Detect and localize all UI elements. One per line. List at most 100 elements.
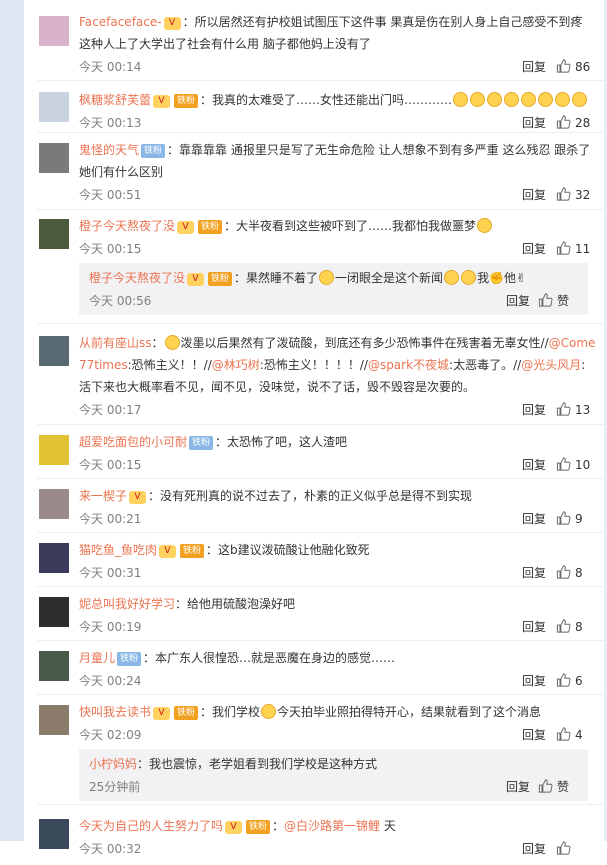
timestamp: 今天 02:09 [79,728,142,742]
username-link[interactable]: Facefaceface- [79,15,162,29]
vip-icon: V [177,221,195,234]
username-link[interactable]: 妮总叫我好好学习 [79,597,175,611]
comment-body: ：给他用硫酸泡澡好吧 [175,597,296,611]
thumbs-up-icon [538,293,553,307]
comment-item: 月童儿 铁粉 ：本广东人很惶恐…就是恶魔在身边的感觉…… 今天 00:24 回复 6 [37,641,604,695]
like-count: 6 [575,674,583,688]
avatar[interactable] [39,705,69,735]
avatar[interactable] [39,92,69,122]
reply-button[interactable]: 回复 [506,289,530,313]
avatar[interactable] [39,651,69,681]
username-link[interactable]: 鬼怪的天气 [79,143,139,157]
avatar[interactable] [39,219,69,249]
avatar[interactable] [39,819,69,849]
thumbs-up-icon [556,673,571,687]
smile-icon [319,270,335,285]
username-link[interactable]: 枫糖浆舒芙蕾 [79,93,151,107]
username-link[interactable]: 快叫我去读书 [79,705,151,719]
like-button[interactable]: 10 [556,453,596,477]
like-button[interactable]: 11 [556,237,596,261]
like-count: 28 [575,116,591,130]
fan-badge: 铁粉 [174,94,199,108]
comment-text: 超爱吃面包的小可耐 铁粉 ：太恐怖了吧，这人渣吧 [79,431,596,453]
like-label: 赞 [557,294,570,308]
avatar[interactable] [39,16,69,46]
avatar[interactable] [39,597,69,627]
username-link[interactable]: 今天为自己的人生努力了吗 [79,819,223,833]
avatar[interactable] [39,543,69,573]
reply-button[interactable]: 回复 [522,669,546,693]
comment-text: 猫吃鱼_鱼吃肉 V 铁粉 ：这b建议泼硫酸让他融化致死 [79,539,596,561]
reply-button[interactable]: 回复 [522,507,546,531]
smile-icon [461,270,477,285]
like-button[interactable]: 32 [556,183,596,207]
mention-link[interactable]: @林巧树 [212,358,260,372]
sub-reply-meta: 今天 00:56 回复 赞 [89,289,588,313]
like-count: 13 [575,403,591,417]
username-link[interactable]: 从前有座山ss [79,336,152,350]
like-button[interactable]: 4 [556,723,596,747]
thumbs-up-icon [556,841,571,855]
mention-link[interactable]: @白沙路第一锦鲤 [284,819,380,833]
like-label: 赞 [557,780,570,794]
username-link[interactable]: 猫吃鱼_鱼吃肉 [79,543,157,557]
like-button[interactable]: 8 [556,615,596,639]
comment-text: Facefaceface- V ：所以居然还有护校姐试图压下这件事 果真是伤在别人身… [79,11,596,55]
vip-icon: V [163,17,181,30]
like-button[interactable]: 8 [556,561,596,585]
avatar[interactable] [39,336,69,366]
like-button[interactable]: 赞 [538,775,584,799]
hand-icon: ✌ [516,271,527,285]
comment-meta: 今天 00:13 回复 28 [79,111,596,135]
comment-item: 超爱吃面包的小可耐 铁粉 ：太恐怖了吧，这人渣吧 今天 00:15 回复 10 [37,425,604,479]
reply-button[interactable]: 回复 [522,55,546,79]
username-link[interactable]: 橙子今天熬夜了没 [79,219,175,233]
reply-button[interactable]: 回复 [522,453,546,477]
timestamp: 今天 00:19 [79,620,142,634]
username-link[interactable]: 来一楔子 [79,489,127,503]
like-button[interactable]: 9 [556,507,596,531]
like-button[interactable]: 13 [556,398,596,422]
username-link[interactable]: 月童儿 [79,651,115,665]
reply-button[interactable]: 回复 [522,615,546,639]
comment-meta: 今天 00:14 回复 86 [79,55,596,79]
mention-link[interactable]: @spark不夜城 [368,358,449,372]
like-button[interactable]: 赞 [538,289,584,313]
comment-text: 妮总叫我好好学习：给他用硫酸泡澡好吧 [79,593,596,615]
reply-button[interactable]: 回复 [522,398,546,422]
username-link[interactable]: 橙子今天熬夜了没 [89,271,185,285]
username-link[interactable]: 小柠妈妈 [89,757,137,771]
vip-icon: V [187,273,205,286]
avatar[interactable] [39,143,69,173]
mention-link[interactable]: @光头风月 [521,358,581,372]
fan-badge: 铁粉 [246,820,271,834]
reply-button[interactable]: 回复 [506,775,530,799]
like-button[interactable]: 86 [556,55,596,79]
like-button[interactable]: 28 [556,111,596,135]
like-count: 11 [575,242,591,256]
sad-face-icon [521,92,537,107]
reply-button[interactable]: 回复 [522,237,546,261]
comment-item: 来一楔子 V ：没有死刑真的说不过去了，朴素的正义似乎总是得不到实现 今天 00:2… [37,479,604,533]
reply-button[interactable]: 回复 [522,183,546,207]
avatar[interactable] [39,435,69,465]
comment-text: 枫糖浆舒芙蕾 V 铁粉 ：我真的太难受了……女性还能出门吗………… [79,89,596,111]
comment-text: 今天为自己的人生努力了吗 V 铁粉 ：@白沙路第一锦鲤 天 [79,819,396,834]
thumbs-up-icon [556,241,571,255]
thumbs-up-icon [556,457,571,471]
reply-button[interactable]: 回复 [522,111,546,135]
fan-badge: 铁粉 [141,144,166,158]
like-button[interactable]: 6 [556,669,596,693]
avatar[interactable] [39,489,69,519]
comment-meta: 今天 02:09 回复 4 [79,723,596,747]
reply-button[interactable]: 回复 [522,561,546,585]
thumbs-up-icon [538,779,553,793]
reply-button[interactable]: 回复 [522,723,546,747]
smile-icon [444,270,460,285]
comment-body: ：没有死刑真的说不过去了，朴素的正义似乎总是得不到实现 [148,489,473,503]
sad-face-icon [453,92,469,107]
comment-meta: 今天 00:51 回复 32 [79,183,596,207]
sad-face-icon [470,92,486,107]
username-link[interactable]: 超爱吃面包的小可耐 [79,435,187,449]
comment-item: 橙子今天熬夜了没 V 铁粉 ：大半夜看到这些被吓到了……我都怕我做噩梦 今天 00:1… [37,210,604,324]
